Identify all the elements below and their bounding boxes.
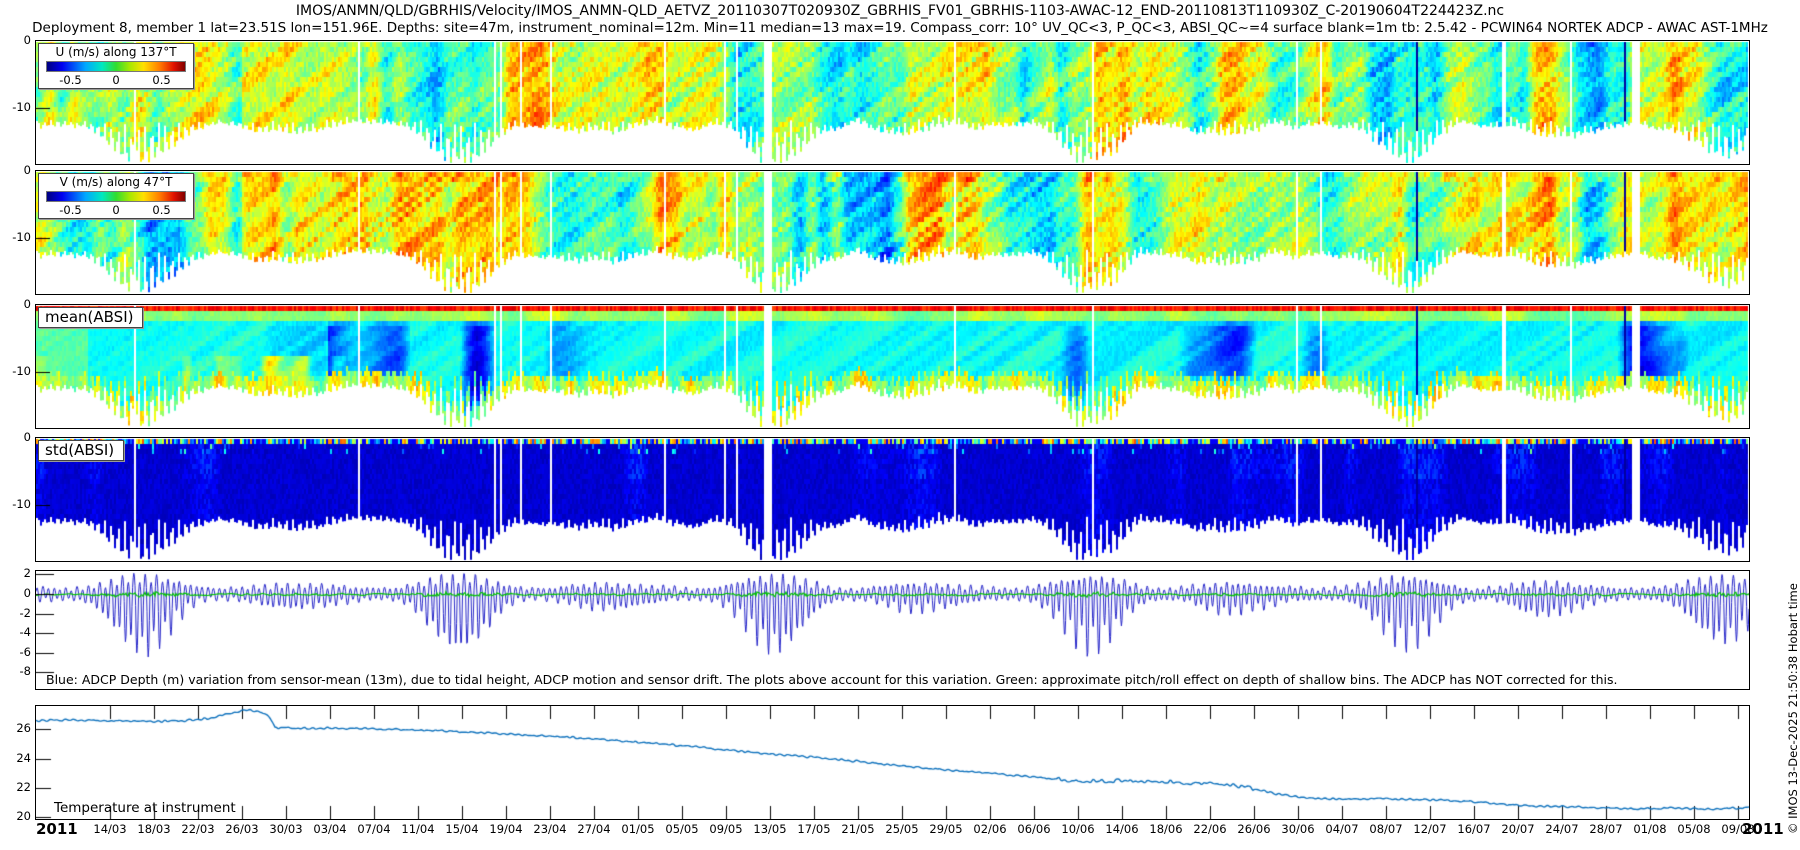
- x-tick-label: 11/04: [396, 822, 440, 836]
- x-tick-label: 04/07: [1320, 822, 1364, 836]
- u-colorbar-legend: U (m/s) along 137°T -0.5 0 0.5: [38, 43, 194, 89]
- x-tick-label: 16/07: [1452, 822, 1496, 836]
- y-tick-label: 0: [0, 430, 31, 444]
- depth-variation-caption: Blue: ADCP Depth (m) variation from sens…: [46, 672, 1618, 687]
- v-colorbar-legend: V (m/s) along 47°T -0.5 0 0.5: [38, 173, 194, 219]
- v-velocity-heatmap: [36, 171, 1749, 294]
- x-tick-label: 22/06: [1188, 822, 1232, 836]
- x-tick-label: 21/05: [836, 822, 880, 836]
- panel-adcp-depth-variation: Blue: ADCP Depth (m) variation from sens…: [35, 570, 1750, 690]
- x-tick-label: 20/07: [1496, 822, 1540, 836]
- y-tick-label: -6: [0, 645, 31, 659]
- x-tick-label: 08/07: [1364, 822, 1408, 836]
- v-colorbar-gradient: [46, 191, 186, 202]
- mean-absi-label: mean(ABSI): [38, 307, 143, 328]
- panel-mean-absi: mean(ABSI): [35, 304, 1750, 429]
- temperature-plot: [36, 706, 1749, 819]
- y-tick-label: 2: [0, 566, 31, 580]
- u-velocity-heatmap: [36, 41, 1749, 164]
- x-tick-label: 01/05: [616, 822, 660, 836]
- x-tick-label: 01/08: [1628, 822, 1672, 836]
- x-tick-label: 18/03: [132, 822, 176, 836]
- mean-absi-heatmap: [36, 305, 1749, 428]
- x-tick-label: 05/05: [660, 822, 704, 836]
- y-tick-label: -10: [0, 230, 31, 244]
- x-tick-label: 03/04: [308, 822, 352, 836]
- x-tick-label: 10/06: [1056, 822, 1100, 836]
- y-tick-label: 26: [0, 721, 31, 735]
- v-colorbar-title: V (m/s) along 47°T: [39, 175, 193, 189]
- x-tick-label: 24/07: [1540, 822, 1584, 836]
- y-tick-label: 0: [0, 163, 31, 177]
- x-tick-label: 07/04: [352, 822, 396, 836]
- panel-temperature: Temperature at instrument: [35, 705, 1750, 820]
- colorbar-tick-label: 0: [112, 203, 119, 217]
- v-colorbar-ticks: -0.5 0 0.5: [39, 203, 193, 216]
- y-tick-label: 0: [0, 297, 31, 311]
- x-tick-label: 27/04: [572, 822, 616, 836]
- std-absi-label: std(ABSI): [38, 440, 124, 461]
- figure-title: IMOS/ANMN/QLD/GBRHIS/Velocity/IMOS_ANMN-…: [0, 3, 1800, 19]
- y-tick-label: 0: [0, 33, 31, 47]
- x-tick-label: 22/03: [176, 822, 220, 836]
- x-tick-label: 12/07: [1408, 822, 1452, 836]
- colorbar-tick-label: 0.5: [152, 73, 170, 87]
- colorbar-tick-label: 0.5: [152, 203, 170, 217]
- x-tick-label: 28/07: [1584, 822, 1628, 836]
- figure-subtitle: Deployment 8, member 1 lat=23.51S lon=15…: [0, 20, 1800, 36]
- x-tick-label: 06/06: [1012, 822, 1056, 836]
- x-tick-label: 14/06: [1100, 822, 1144, 836]
- y-tick-label: -2: [0, 606, 31, 620]
- colorbar-tick-label: -0.5: [59, 203, 81, 217]
- x-tick-label: 29/05: [924, 822, 968, 836]
- x-tick-label: 25/05: [880, 822, 924, 836]
- year-label-left: 2011: [36, 820, 78, 838]
- u-colorbar-gradient: [46, 61, 186, 72]
- x-tick-label: 15/04: [440, 822, 484, 836]
- y-tick-label: -10: [0, 364, 31, 378]
- x-tick-label: 14/03: [88, 822, 132, 836]
- colorbar-tick-label: 0: [112, 73, 119, 87]
- y-tick-label: 24: [0, 751, 31, 765]
- y-tick-label: -10: [0, 100, 31, 114]
- y-tick-label: -10: [0, 497, 31, 511]
- std-absi-heatmap: [36, 438, 1749, 561]
- x-tick-label: 26/03: [220, 822, 264, 836]
- x-tick-label: 09/05: [704, 822, 748, 836]
- x-tick-label: 18/06: [1144, 822, 1188, 836]
- x-tick-label: 05/08: [1672, 822, 1716, 836]
- x-tick-label: 23/04: [528, 822, 572, 836]
- y-tick-label: -8: [0, 664, 31, 678]
- y-tick-label: 22: [0, 780, 31, 794]
- y-tick-label: 20: [0, 809, 31, 823]
- panel-u-velocity: U (m/s) along 137°T -0.5 0 0.5: [35, 40, 1750, 165]
- u-colorbar-title: U (m/s) along 137°T: [39, 45, 193, 59]
- x-tick-label: 02/06: [968, 822, 1012, 836]
- panel-std-absi: std(ABSI): [35, 437, 1750, 562]
- x-tick-label: 30/03: [264, 822, 308, 836]
- colorbar-tick-label: -0.5: [59, 73, 81, 87]
- x-tick-label: 26/06: [1232, 822, 1276, 836]
- x-tick-label: 19/04: [484, 822, 528, 836]
- temperature-label: Temperature at instrument: [54, 800, 236, 816]
- x-tick-label: 13/05: [748, 822, 792, 836]
- adcp-figure: IMOS/ANMN/QLD/GBRHIS/Velocity/IMOS_ANMN-…: [0, 0, 1800, 850]
- u-colorbar-ticks: -0.5 0 0.5: [39, 73, 193, 86]
- x-tick-label: 30/06: [1276, 822, 1320, 836]
- year-label-right: 2011: [1742, 820, 1784, 838]
- panel-v-velocity: V (m/s) along 47°T -0.5 0 0.5: [35, 170, 1750, 295]
- y-tick-label: 0: [0, 586, 31, 600]
- y-tick-label: -4: [0, 625, 31, 639]
- x-tick-label: 17/05: [792, 822, 836, 836]
- copyright-watermark: © IMOS 13-Dec-2025 21:50:38 Hobart time: [1786, 583, 1800, 834]
